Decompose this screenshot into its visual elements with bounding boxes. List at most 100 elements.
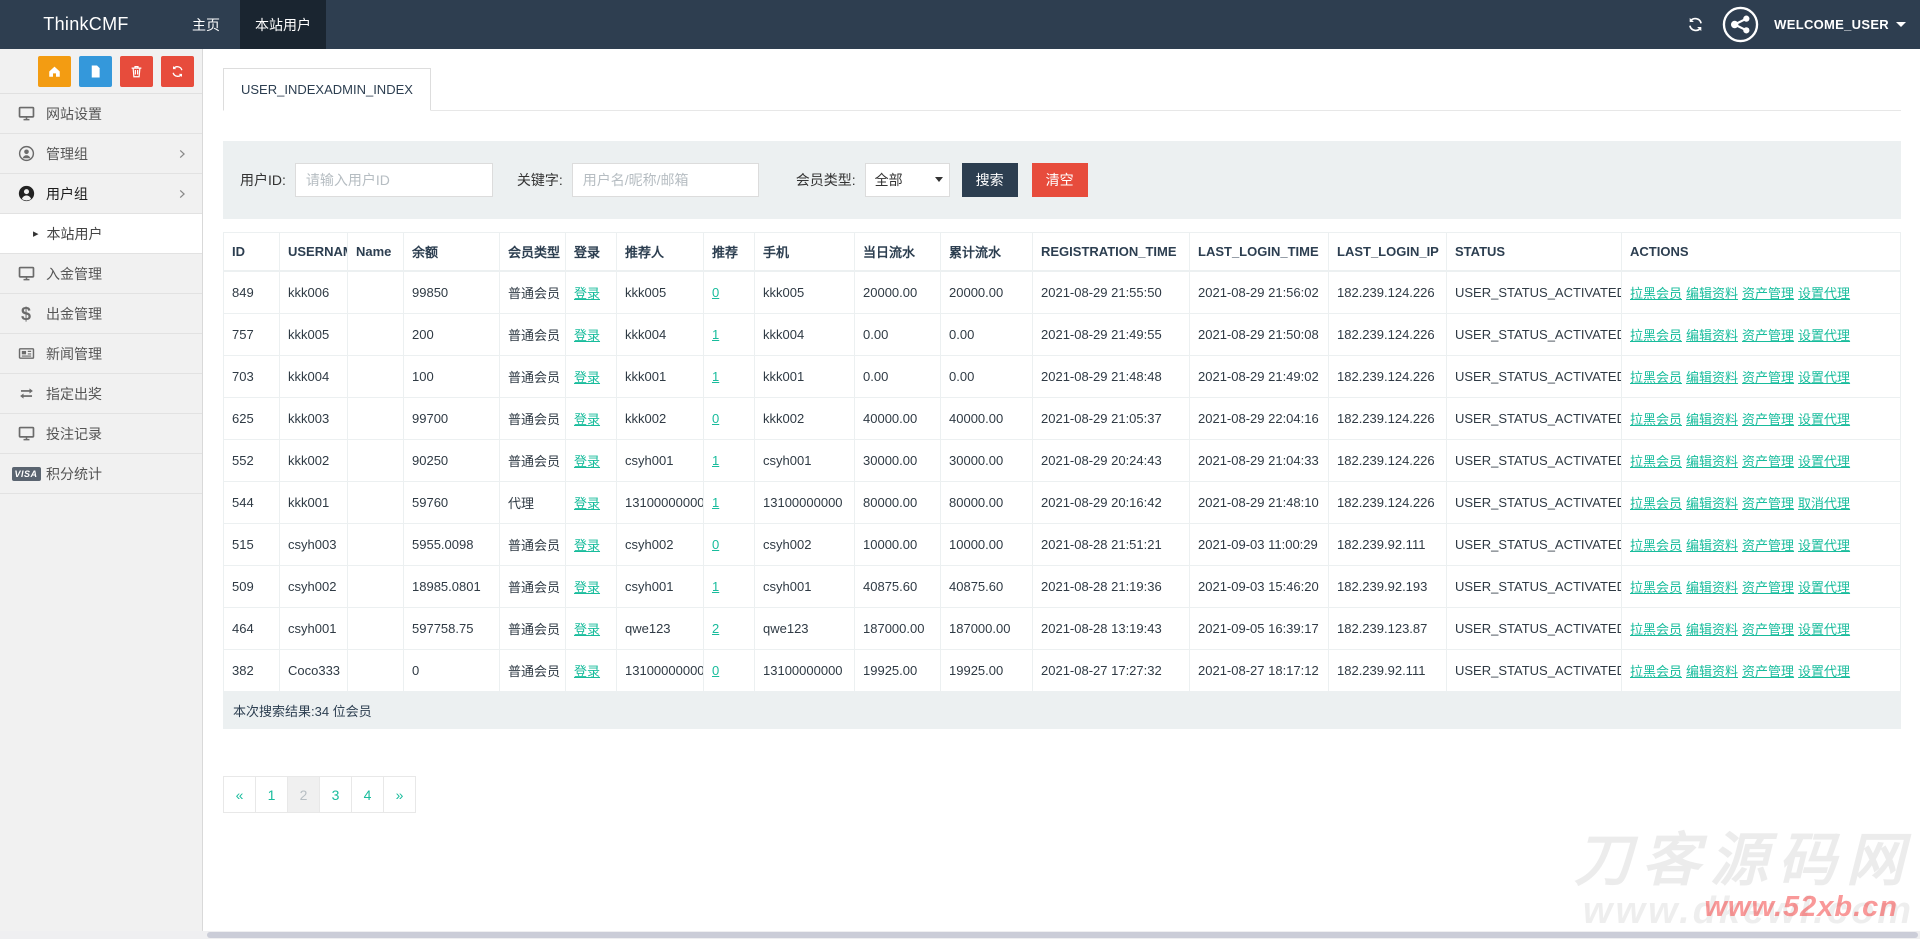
set-agent-link[interactable]: 设置代理 bbox=[1798, 622, 1850, 637]
assets-link[interactable]: 资产管理 bbox=[1742, 580, 1794, 595]
sidebar-item-bet-records[interactable]: 投注记录 bbox=[0, 414, 202, 454]
referrals-link[interactable]: 0 bbox=[712, 537, 719, 552]
login-link[interactable]: 登录 bbox=[574, 412, 600, 427]
set-agent-link[interactable]: 设置代理 bbox=[1798, 328, 1850, 343]
referrals-link[interactable]: 0 bbox=[712, 663, 719, 678]
cell-last_login_time: 2021-09-03 15:46:20 bbox=[1190, 566, 1329, 608]
file-button[interactable] bbox=[79, 56, 112, 87]
search-button[interactable]: 搜索 bbox=[962, 163, 1018, 197]
member-type-select[interactable]: 全部 bbox=[865, 163, 950, 197]
referrals-link[interactable]: 2 bbox=[712, 621, 719, 636]
edit-profile-link[interactable]: 编辑资料 bbox=[1686, 538, 1738, 553]
referrals-link[interactable]: 1 bbox=[712, 453, 719, 468]
sidebar-item-admin-group[interactable]: 管理组 bbox=[0, 134, 202, 174]
page-prev[interactable]: « bbox=[223, 776, 256, 813]
sidebar-item-deposit-management[interactable]: 入金管理 bbox=[0, 254, 202, 294]
assets-link[interactable]: 资产管理 bbox=[1742, 370, 1794, 385]
blacklist-link[interactable]: 拉黑会员 bbox=[1630, 622, 1682, 637]
file-icon bbox=[88, 64, 103, 79]
assets-link[interactable]: 资产管理 bbox=[1742, 286, 1794, 301]
login-link[interactable]: 登录 bbox=[574, 286, 600, 301]
edit-profile-link[interactable]: 编辑资料 bbox=[1686, 664, 1738, 679]
referrals-link[interactable]: 1 bbox=[712, 327, 719, 342]
cancel-agent-link[interactable]: 取消代理 bbox=[1798, 496, 1850, 511]
page-4[interactable]: 4 bbox=[351, 776, 384, 813]
blacklist-link[interactable]: 拉黑会员 bbox=[1630, 370, 1682, 385]
edit-profile-link[interactable]: 编辑资料 bbox=[1686, 286, 1738, 301]
blacklist-link[interactable]: 拉黑会员 bbox=[1630, 538, 1682, 553]
blacklist-link[interactable]: 拉黑会员 bbox=[1630, 328, 1682, 343]
edit-profile-link[interactable]: 编辑资料 bbox=[1686, 622, 1738, 637]
avatar[interactable] bbox=[1722, 6, 1759, 43]
home-button[interactable] bbox=[38, 56, 71, 87]
set-agent-link[interactable]: 设置代理 bbox=[1798, 370, 1850, 385]
assets-link[interactable]: 资产管理 bbox=[1742, 496, 1794, 511]
trash-button[interactable] bbox=[120, 56, 153, 87]
blacklist-link[interactable]: 拉黑会员 bbox=[1630, 286, 1682, 301]
assets-link[interactable]: 资产管理 bbox=[1742, 538, 1794, 553]
topbar-tab-home[interactable]: 主页 bbox=[172, 0, 240, 49]
assets-link[interactable]: 资产管理 bbox=[1742, 454, 1794, 469]
login-link[interactable]: 登录 bbox=[574, 496, 600, 511]
cell-balance: 99850 bbox=[404, 271, 500, 314]
edit-profile-link[interactable]: 编辑资料 bbox=[1686, 412, 1738, 427]
login-link[interactable]: 登录 bbox=[574, 622, 600, 637]
set-agent-link[interactable]: 设置代理 bbox=[1798, 454, 1850, 469]
sidebar-item-points-stats[interactable]: VISA积分统计 bbox=[0, 454, 202, 494]
login-link[interactable]: 登录 bbox=[574, 538, 600, 553]
content-tab-user-index[interactable]: USER_INDEXADMIN_INDEX bbox=[223, 68, 431, 111]
set-agent-link[interactable]: 设置代理 bbox=[1798, 664, 1850, 679]
chevron-right-icon bbox=[176, 188, 188, 200]
brand-logo: ThinkCMF bbox=[0, 0, 172, 49]
sidebar-item-news-management[interactable]: 新闻管理 bbox=[0, 334, 202, 374]
login-link[interactable]: 登录 bbox=[574, 328, 600, 343]
referrals-link[interactable]: 0 bbox=[712, 411, 719, 426]
sidebar-item-user-group[interactable]: 用户组 bbox=[0, 174, 202, 214]
login-link[interactable]: 登录 bbox=[574, 370, 600, 385]
blacklist-link[interactable]: 拉黑会员 bbox=[1630, 496, 1682, 511]
assets-link[interactable]: 资产管理 bbox=[1742, 622, 1794, 637]
page-1[interactable]: 1 bbox=[255, 776, 288, 813]
edit-profile-link[interactable]: 编辑资料 bbox=[1686, 496, 1738, 511]
keyword-input[interactable] bbox=[572, 163, 759, 197]
cell-total_flow: 40000.00 bbox=[941, 398, 1033, 440]
edit-profile-link[interactable]: 编辑资料 bbox=[1686, 580, 1738, 595]
recycle-button[interactable] bbox=[161, 56, 194, 87]
login-link[interactable]: 登录 bbox=[574, 580, 600, 595]
edit-profile-link[interactable]: 编辑资料 bbox=[1686, 328, 1738, 343]
edit-profile-link[interactable]: 编辑资料 bbox=[1686, 454, 1738, 469]
referrals-link[interactable]: 0 bbox=[712, 285, 719, 300]
set-agent-link[interactable]: 设置代理 bbox=[1798, 580, 1850, 595]
assets-link[interactable]: 资产管理 bbox=[1742, 328, 1794, 343]
blacklist-link[interactable]: 拉黑会员 bbox=[1630, 454, 1682, 469]
referrals-link[interactable]: 1 bbox=[712, 495, 719, 510]
horizontal-scrollbar-thumb[interactable] bbox=[207, 932, 1918, 938]
edit-profile-link[interactable]: 编辑资料 bbox=[1686, 370, 1738, 385]
blacklist-link[interactable]: 拉黑会员 bbox=[1630, 580, 1682, 595]
login-link[interactable]: 登录 bbox=[574, 454, 600, 469]
blacklist-link[interactable]: 拉黑会员 bbox=[1630, 664, 1682, 679]
set-agent-link[interactable]: 设置代理 bbox=[1798, 286, 1850, 301]
sidebar-item-website-settings[interactable]: 网站设置 bbox=[0, 94, 202, 134]
page-next[interactable]: » bbox=[383, 776, 416, 813]
user-id-input[interactable] bbox=[295, 163, 493, 197]
referrals-link[interactable]: 1 bbox=[712, 579, 719, 594]
user-menu[interactable]: WELCOME_USER bbox=[1774, 17, 1906, 32]
set-agent-link[interactable]: 设置代理 bbox=[1798, 412, 1850, 427]
blacklist-link[interactable]: 拉黑会员 bbox=[1630, 412, 1682, 427]
assets-link[interactable]: 资产管理 bbox=[1742, 412, 1794, 427]
refresh-icon[interactable] bbox=[1687, 15, 1707, 35]
cell-id: 625 bbox=[224, 398, 280, 440]
cell-last_login_time: 2021-08-29 21:48:10 bbox=[1190, 482, 1329, 524]
topbar-tab-site-users[interactable]: 本站用户 bbox=[240, 0, 326, 49]
sidebar-item-site-users[interactable]: ▸本站用户 bbox=[0, 214, 202, 254]
sidebar-item-withdrawal-management[interactable]: $出金管理 bbox=[0, 294, 202, 334]
page-3[interactable]: 3 bbox=[319, 776, 352, 813]
cell-registration_time: 2021-08-29 21:48:48 bbox=[1033, 356, 1190, 398]
set-agent-link[interactable]: 设置代理 bbox=[1798, 538, 1850, 553]
login-link[interactable]: 登录 bbox=[574, 664, 600, 679]
referrals-link[interactable]: 1 bbox=[712, 369, 719, 384]
assets-link[interactable]: 资产管理 bbox=[1742, 664, 1794, 679]
sidebar-item-assigned-draw[interactable]: 指定出奖 bbox=[0, 374, 202, 414]
clear-button[interactable]: 清空 bbox=[1032, 163, 1088, 197]
